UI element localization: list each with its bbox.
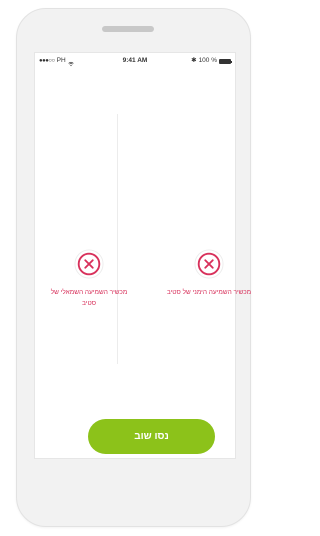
left-device-label: מכשיר השמיעה השמאלי של סטיב <box>50 289 128 307</box>
left-device-status: מכשיר השמיעה השמאלי של סטיב <box>46 249 132 309</box>
close-circle-icon <box>194 249 224 279</box>
status-bar: ●●●○○ PH 9:41 AM ✱ 100 % <box>35 53 235 69</box>
right-device-label: מכשיר השמיעה הימני של סטיב <box>166 289 252 296</box>
devices-divider <box>117 114 118 364</box>
phone-speaker <box>102 26 154 32</box>
retry-button[interactable]: נסו שוב <box>88 419 215 454</box>
status-right: ✱ 100 % <box>191 53 232 69</box>
battery-icon <box>219 58 232 64</box>
bluetooth-icon: ✱ <box>191 57 197 64</box>
battery-percent: 100 % <box>198 57 217 64</box>
close-circle-icon <box>74 249 104 279</box>
right-device-status: מכשיר השמיעה הימני של סטיב <box>166 249 252 298</box>
